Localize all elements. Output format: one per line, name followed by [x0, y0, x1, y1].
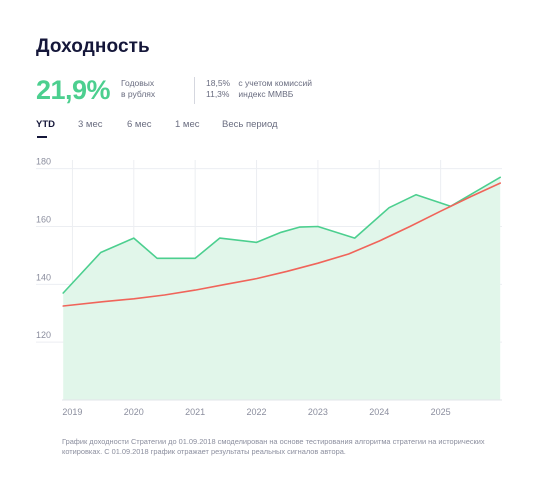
metric-index: 11,3% индекс ММВБ	[206, 89, 293, 100]
stats-divider	[194, 77, 195, 104]
chart-footnote: График доходности Стратегии до 01.09.201…	[62, 437, 485, 456]
tab-ytd[interactable]: YTD	[36, 119, 55, 130]
tab-1-month[interactable]: 1 мес	[175, 119, 200, 130]
annual-caption-line2: в рублях	[121, 89, 156, 99]
metric-value: 18,5%	[206, 78, 231, 88]
x-tick-label: 2022	[247, 407, 267, 417]
annual-yield-value: 21,9%	[36, 75, 111, 105]
annual-yield-caption: Годовых в рублях	[121, 78, 155, 100]
metric-value: 11,3%	[206, 89, 230, 99]
tab-6-months[interactable]: 6 мес	[127, 119, 152, 130]
y-tick-label: 140	[36, 272, 51, 282]
y-tick-label: 160	[36, 215, 51, 225]
x-tick-label: 2019	[62, 407, 82, 417]
metric-after-fees: 18,5% с учетом комиссий	[206, 78, 312, 89]
x-tick-label: 2024	[369, 407, 389, 417]
x-tick-label: 2020	[124, 407, 144, 417]
page-title: Доходность	[36, 36, 150, 57]
x-tick-label: 2021	[185, 407, 205, 417]
annual-caption-line1: Годовых	[121, 78, 155, 88]
x-tick-label: 2023	[308, 407, 328, 417]
metric-label: с учетом комиссий	[238, 78, 312, 88]
tab-3-months[interactable]: 3 мес	[78, 119, 103, 130]
y-tick-label: 120	[36, 330, 51, 340]
yield-chart: 2019 2020 2021 2022 2023 2024 2025 120 140 160 180	[36, 157, 502, 417]
metric-label: индекс ММВБ	[238, 89, 294, 99]
tab-all-period[interactable]: Весь период	[222, 119, 278, 130]
x-tick-label: 2025	[431, 407, 451, 417]
yield-summary: 21,9% Годовых в рублях 18,5% с учетом ко…	[36, 74, 496, 106]
series-area-fill	[63, 177, 501, 400]
y-tick-label: 180	[36, 157, 51, 167]
active-tab-underline	[37, 136, 47, 138]
